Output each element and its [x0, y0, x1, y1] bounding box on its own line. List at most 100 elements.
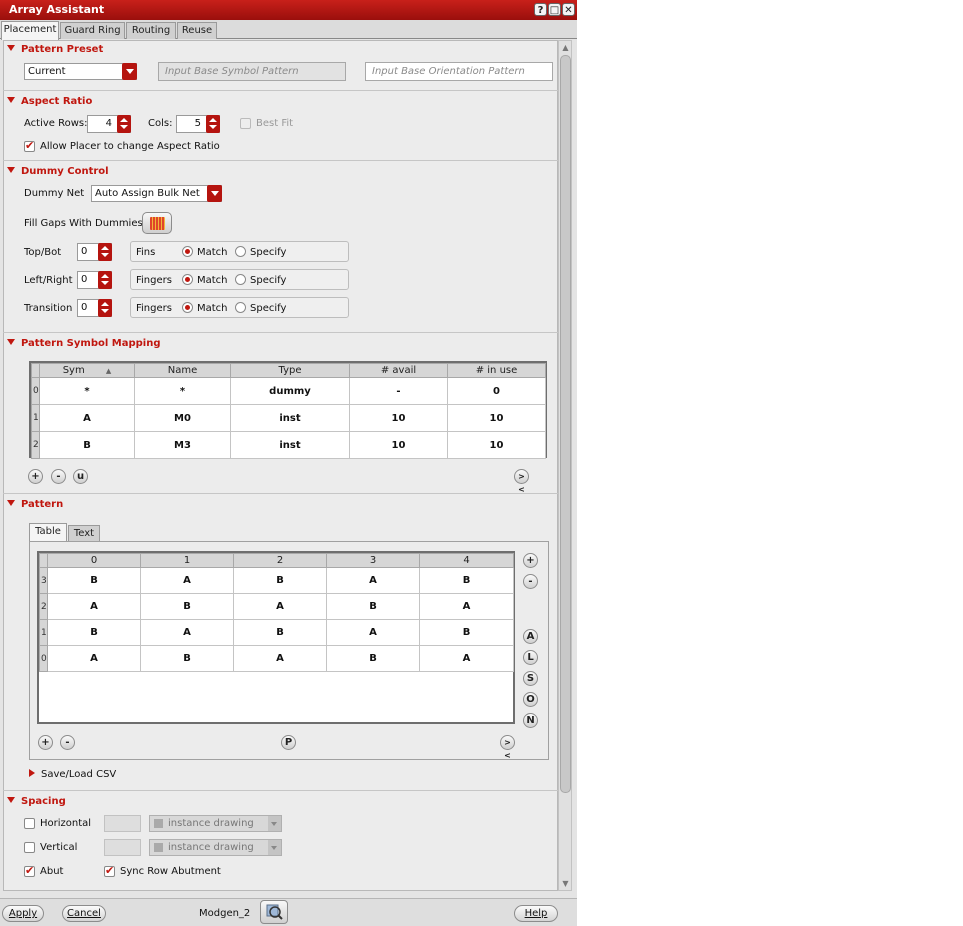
pattern-cell[interactable]: A [326, 567, 420, 594]
pattern-cell[interactable]: A [47, 593, 141, 620]
section-symbol-mapping[interactable]: Pattern Symbol Mapping [7, 338, 160, 349]
pattern-cell[interactable]: A [419, 593, 514, 620]
table-row[interactable]: 2 B M3 inst 10 10 [31, 431, 546, 459]
remove-symbol-button[interactable]: - [51, 469, 66, 484]
column-header[interactable]: 3 [326, 553, 420, 568]
pattern-s-button[interactable]: S [523, 671, 538, 686]
table-row[interactable]: 2 A B A B A [39, 593, 514, 620]
left-right-match-radio[interactable] [182, 274, 193, 285]
in-use-cell[interactable]: 10 [447, 431, 546, 459]
transition-spinbox[interactable]: 0 [77, 299, 112, 317]
column-header-name[interactable]: Name [134, 363, 231, 378]
pattern-cell[interactable]: A [140, 567, 234, 594]
fill-gaps-button[interactable] [142, 212, 172, 234]
column-header[interactable]: 1 [140, 553, 234, 568]
section-pattern[interactable]: Pattern [7, 499, 63, 510]
transition-specify-radio[interactable] [235, 302, 246, 313]
pattern-cell[interactable]: B [326, 593, 420, 620]
vertical-spacing-input[interactable] [104, 839, 141, 856]
top-bot-spinbox[interactable]: 0 [77, 243, 112, 261]
active-rows-spinbox[interactable]: 4 [87, 115, 131, 133]
close-icon[interactable]: ✕ [562, 3, 575, 16]
table-row[interactable]: 0 * * dummy - 0 [31, 377, 546, 405]
scroll-up-icon[interactable]: ▲ [560, 42, 571, 53]
avail-cell[interactable]: 10 [349, 404, 448, 432]
name-cell[interactable]: M3 [134, 431, 231, 459]
pattern-cell[interactable]: A [140, 619, 234, 646]
type-cell[interactable]: inst [230, 431, 350, 459]
sym-cell[interactable]: * [39, 377, 135, 405]
section-dummy-control[interactable]: Dummy Control [7, 166, 109, 177]
column-header-in-use[interactable]: # in use [447, 363, 546, 378]
sync-row-abutment-checkbox[interactable] [104, 864, 115, 877]
top-bot-specify-radio[interactable] [235, 246, 246, 257]
spin-arrows-icon[interactable] [206, 115, 220, 133]
pattern-o-button[interactable]: O [523, 692, 538, 707]
table-row[interactable]: 1 B A B A B [39, 619, 514, 646]
spin-arrows-icon[interactable] [98, 271, 112, 289]
column-header-sym[interactable]: Sym ▲ [39, 363, 135, 378]
column-header[interactable]: 0 [47, 553, 141, 568]
allow-placer-checkbox[interactable] [24, 139, 35, 152]
restore-icon[interactable]: □ [548, 3, 561, 16]
avail-cell[interactable]: - [349, 377, 448, 405]
in-use-cell[interactable]: 10 [447, 404, 546, 432]
pattern-cell[interactable]: B [233, 567, 327, 594]
add-row-button[interactable]: + [523, 553, 538, 568]
scroll-thumb[interactable] [560, 55, 571, 793]
column-header-avail[interactable]: # avail [349, 363, 448, 378]
remove-row-button[interactable]: - [523, 574, 538, 589]
scroll-down-icon[interactable]: ▼ [560, 878, 571, 889]
cols-spinbox[interactable]: 5 [176, 115, 220, 133]
table-row[interactable]: 3 B A B A B [39, 567, 514, 594]
left-right-specify-radio[interactable] [235, 274, 246, 285]
collapse-table-button[interactable]: >< [514, 469, 529, 494]
column-header-type[interactable]: Type [230, 363, 350, 378]
preset-dropdown[interactable]: Current [24, 63, 137, 80]
sym-cell[interactable]: A [39, 404, 135, 432]
vertical-mode-dropdown[interactable]: instance drawing [149, 839, 282, 856]
add-column-button[interactable]: + [38, 735, 53, 750]
pattern-cell[interactable]: B [419, 567, 514, 594]
apply-button[interactable]: Apply [2, 905, 44, 922]
section-pattern-preset[interactable]: Pattern Preset [7, 44, 103, 55]
pattern-cell[interactable]: A [326, 619, 420, 646]
left-right-spinbox[interactable]: 0 [77, 271, 112, 289]
add-symbol-button[interactable]: + [28, 469, 43, 484]
remove-column-button[interactable]: - [60, 735, 75, 750]
pattern-cell[interactable]: A [233, 645, 327, 672]
collapse-pattern-button[interactable]: >< [500, 735, 515, 760]
section-aspect-ratio[interactable]: Aspect Ratio [7, 96, 92, 107]
horizontal-mode-dropdown[interactable]: instance drawing [149, 815, 282, 832]
pattern-cell[interactable]: B [47, 619, 141, 646]
subtab-text[interactable]: Text [68, 525, 100, 541]
type-cell[interactable]: dummy [230, 377, 350, 405]
pattern-a-button[interactable]: A [523, 629, 538, 644]
spin-arrows-icon[interactable] [98, 299, 112, 317]
tab-guard-ring[interactable]: Guard Ring [60, 22, 125, 39]
tab-reuse[interactable]: Reuse [177, 22, 217, 39]
type-cell[interactable]: inst [230, 404, 350, 432]
best-fit-checkbox[interactable] [240, 118, 251, 129]
spin-arrows-icon[interactable] [117, 115, 131, 133]
update-symbol-button[interactable]: u [73, 469, 88, 484]
column-header[interactable]: 4 [419, 553, 514, 568]
pattern-cell[interactable]: B [326, 645, 420, 672]
pattern-cell[interactable]: B [419, 619, 514, 646]
base-orientation-pattern-input[interactable]: Input Base Orientation Pattern [365, 62, 553, 81]
pattern-n-button[interactable]: N [523, 713, 538, 728]
vertical-scrollbar[interactable]: ▲ ▼ [558, 40, 572, 891]
tab-routing[interactable]: Routing [126, 22, 176, 39]
cancel-button[interactable]: Cancel [62, 905, 106, 922]
pattern-cell[interactable]: B [47, 567, 141, 594]
horizontal-checkbox[interactable] [24, 818, 35, 829]
table-row[interactable]: 1 A M0 inst 10 10 [31, 404, 546, 432]
section-spacing[interactable]: Spacing [7, 796, 66, 807]
subtab-table[interactable]: Table [29, 523, 67, 541]
sym-cell[interactable]: B [39, 431, 135, 459]
help-icon[interactable]: ? [534, 3, 547, 16]
table-row[interactable]: 0 A B A B A [39, 645, 514, 672]
name-cell[interactable]: M0 [134, 404, 231, 432]
pattern-l-button[interactable]: L [523, 650, 538, 665]
avail-cell[interactable]: 10 [349, 431, 448, 459]
